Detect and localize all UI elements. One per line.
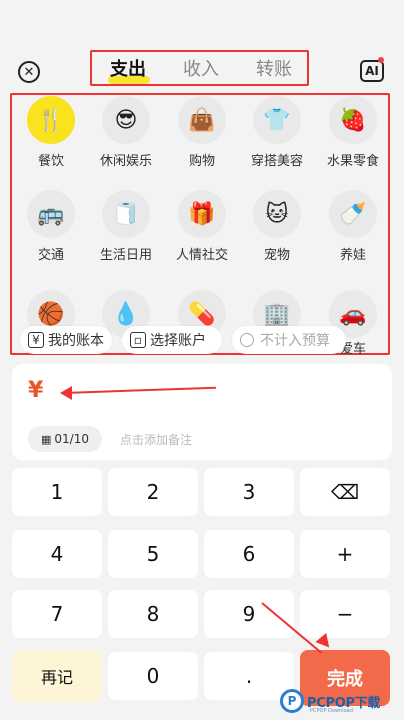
sunglasses-face-icon: 😎 [102, 96, 150, 144]
note-input[interactable]: 点击添加备注 [120, 431, 192, 448]
tab-income[interactable]: 收入 [183, 58, 219, 82]
pacifier-icon: 🍼 [329, 190, 377, 238]
gift-icon: 🎁 [178, 190, 226, 238]
key-0[interactable]: 0 [108, 652, 198, 700]
category-transport[interactable]: 🚌 交通 [13, 190, 89, 263]
calendar-icon: ▦ [41, 432, 52, 446]
key-5[interactable]: 5 [108, 530, 198, 578]
category-label: 交通 [37, 248, 64, 263]
date-value: 01/10 [54, 432, 89, 446]
ai-icon: AI [365, 64, 379, 78]
ledger-chip[interactable]: ¥ 我的账本 [20, 326, 112, 354]
category-shopping[interactable]: 👜 购物 [164, 96, 240, 169]
key-2[interactable]: 2 [108, 468, 198, 516]
key-8[interactable]: 8 [108, 590, 198, 638]
category-leisure[interactable]: 😎 休闲娱乐 [88, 96, 164, 169]
watermark: P PCPOP下载 PCPOP Download [280, 686, 404, 716]
ledger-icon: ¥ [28, 332, 44, 348]
category-social[interactable]: 🎁 人情社交 [164, 190, 240, 263]
category-childcare[interactable]: 🍼 养娃 [315, 190, 391, 263]
key-6[interactable]: 6 [204, 530, 294, 578]
fork-knife-icon: 🍴 [27, 96, 75, 144]
tab-transfer[interactable]: 转账 [256, 58, 292, 82]
category-label: 餐饮 [37, 154, 64, 169]
watermark-subtext: PCPOP Download [310, 708, 353, 714]
toilet-paper-icon: 🧻 [102, 190, 150, 238]
category-fruit-snacks[interactable]: 🍓 水果零食 [315, 96, 391, 169]
category-label: 宠物 [263, 248, 290, 263]
backspace-icon: ⌫ [330, 480, 360, 504]
ledger-label: 我的账本 [48, 333, 104, 349]
date-chip[interactable]: ▦ 01/10 [28, 426, 102, 452]
category-daily-use[interactable]: 🧻 生活日用 [88, 190, 164, 263]
account-label: 选择账户 [150, 333, 206, 349]
handbag-icon: 👜 [178, 96, 226, 144]
key-4[interactable]: 4 [12, 530, 102, 578]
category-label: 休闲娱乐 [99, 154, 152, 169]
category-label: 购物 [188, 154, 215, 169]
category-pets[interactable]: 🐱 宠物 [239, 190, 315, 263]
record-again-button[interactable]: 再记 [12, 650, 102, 702]
minus-button[interactable]: − [300, 590, 390, 638]
key-9[interactable]: 9 [204, 590, 294, 638]
category-label: 水果零食 [326, 154, 379, 169]
plus-button[interactable]: + [300, 530, 390, 578]
category-label: 穿搭美容 [250, 154, 303, 169]
category-label: 人情社交 [175, 248, 228, 263]
strawberry-icon: 🍓 [329, 96, 377, 144]
annotation-arrow-head [60, 386, 72, 400]
budget-toggle-chip[interactable]: 不计入预算 [232, 326, 346, 354]
key-7[interactable]: 7 [12, 590, 102, 638]
wallet-icon: ▫ [130, 332, 146, 348]
account-chip[interactable]: ▫ 选择账户 [122, 326, 222, 354]
cat-icon: 🐱 [253, 190, 301, 238]
category-label: 生活日用 [99, 248, 152, 263]
pcpop-logo-icon: P [280, 689, 304, 713]
notification-dot [378, 57, 384, 63]
key-1[interactable]: 1 [12, 468, 102, 516]
currency-symbol[interactable]: ¥ [28, 378, 43, 403]
ai-button[interactable]: AI [360, 60, 384, 82]
close-icon: ✕ [23, 64, 35, 80]
category-dining[interactable]: 🍴 餐饮 [13, 96, 89, 169]
radio-circle-icon [240, 333, 254, 347]
backspace-button[interactable]: ⌫ [300, 468, 390, 516]
key-3[interactable]: 3 [204, 468, 294, 516]
shirt-icon: 👕 [253, 96, 301, 144]
tab-expense[interactable]: 支出 [110, 58, 146, 82]
budget-label: 不计入预算 [260, 333, 330, 349]
category-clothing-beauty[interactable]: 👕 穿搭美容 [239, 96, 315, 169]
category-label: 养娃 [339, 248, 366, 263]
close-button[interactable]: ✕ [18, 61, 40, 83]
bus-icon: 🚌 [27, 190, 75, 238]
